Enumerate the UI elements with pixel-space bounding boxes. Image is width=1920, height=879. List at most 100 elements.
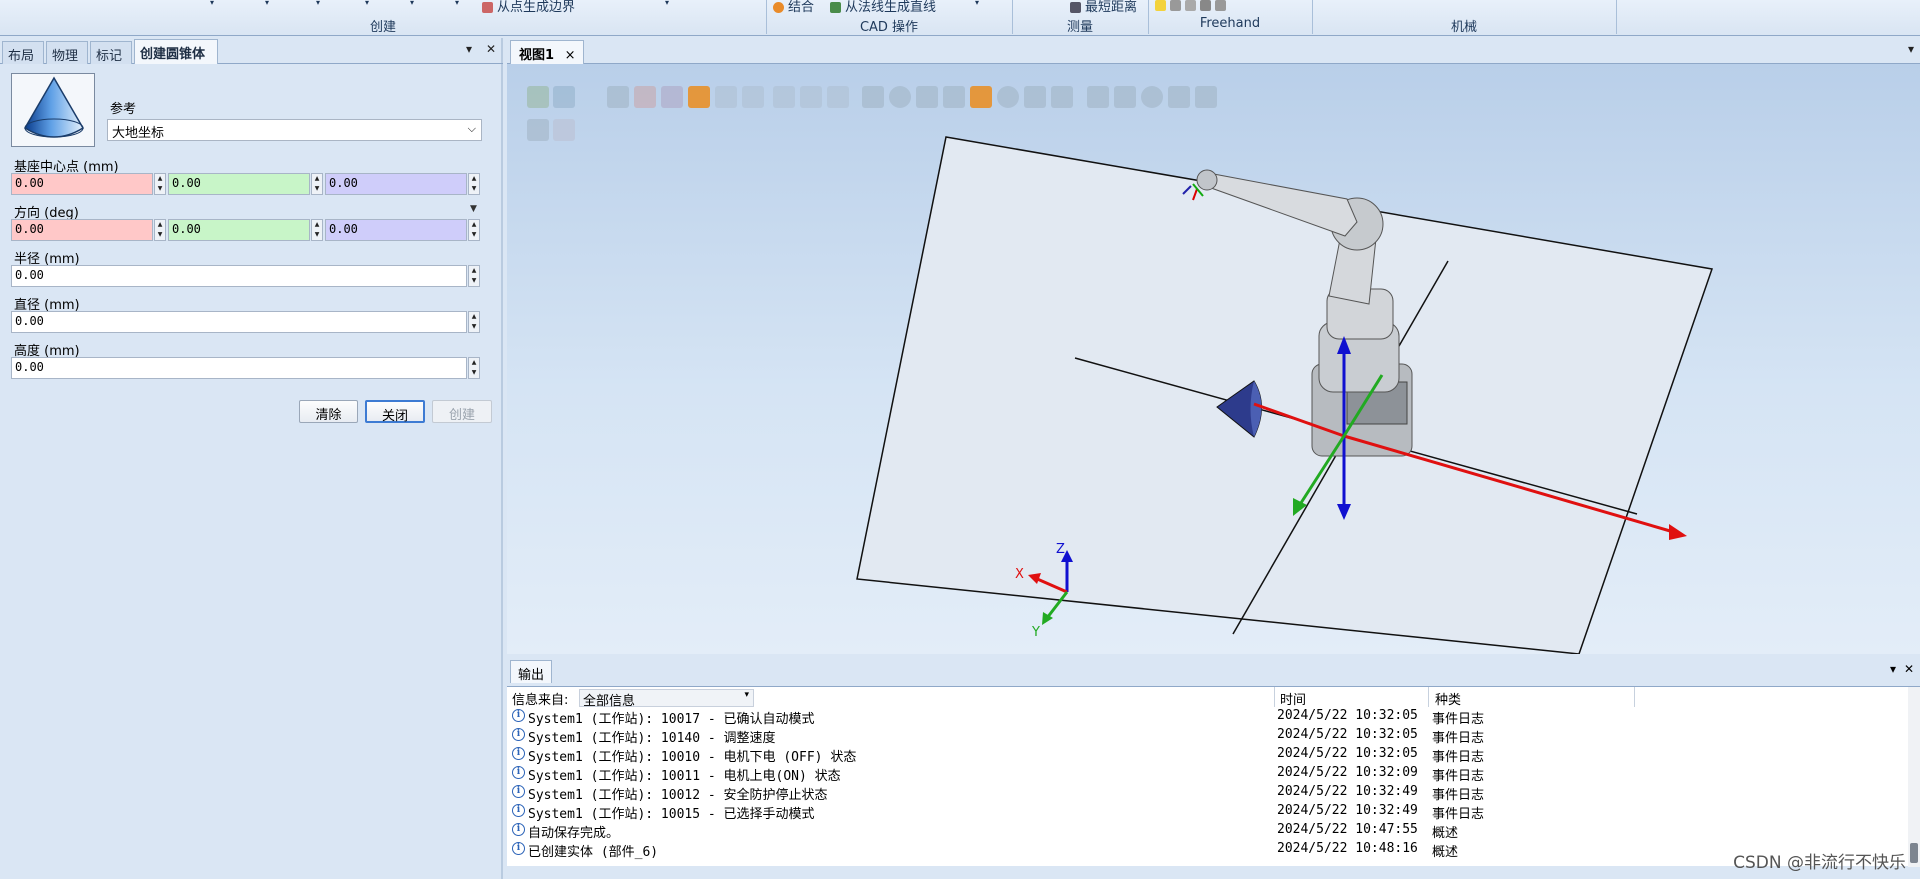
row-message: System1 (工作站): 10140 - 调整速度 xyxy=(528,731,776,746)
tab-output[interactable]: 输出 xyxy=(510,660,553,683)
line-icon xyxy=(830,2,841,13)
table-row[interactable]: i 自动保存完成。 2024/5/22 10:47:55 概述 xyxy=(507,821,1920,841)
clear-button[interactable]: 清除 xyxy=(299,400,358,423)
move-icon xyxy=(1185,0,1196,11)
close-icon[interactable]: × xyxy=(565,48,576,63)
divider xyxy=(1616,0,1617,34)
ribbon-item-label: 从法线生成直线 xyxy=(845,0,937,15)
direction-x-field[interactable]: 0.00 xyxy=(11,219,153,241)
chevron-down-icon: ▾ xyxy=(744,690,749,700)
source-label: 信息来自: xyxy=(512,693,569,708)
row-category: 事件日志 xyxy=(1432,769,1485,784)
table-row[interactable]: i System1 (工作站): 10017 - 已确认自动模式 2024/5/22… xyxy=(507,707,1920,727)
base-center-y-field[interactable]: 0.00 xyxy=(168,173,310,195)
combine-icon xyxy=(773,2,784,13)
row-category: 概述 xyxy=(1432,826,1459,841)
chevron-down-icon[interactable]: ▾ xyxy=(316,0,320,7)
reference-select[interactable]: 大地坐标 ⌵ xyxy=(107,119,482,141)
row-message: System1 (工作站): 10012 - 安全防护停止状态 xyxy=(528,788,828,803)
table-row[interactable]: i System1 (工作站): 10012 - 安全防护停止状态 2024/5/2… xyxy=(507,783,1920,803)
tab-layout[interactable]: 布局 xyxy=(2,41,44,64)
border-icon xyxy=(482,2,493,13)
table-row[interactable]: i System1 (工作站): 10140 - 调整速度 2024/5/22 10… xyxy=(507,726,1920,746)
row-time: 2024/5/22 10:48:16 xyxy=(1277,841,1418,856)
height-field[interactable]: 0.00 xyxy=(11,357,467,379)
close-button[interactable]: 关闭 xyxy=(365,400,425,424)
direction-x-spinner[interactable]: ▲ ▼ xyxy=(154,219,166,241)
ribbon-group-measure: 测量 xyxy=(1066,20,1093,35)
base-center-z-field[interactable]: 0.00 xyxy=(325,173,467,195)
ribbon-shortest-distance[interactable]: 最短距离 xyxy=(1070,0,1137,15)
scene-svg: Z X Y xyxy=(856,136,1713,654)
direction-z-field[interactable]: 0.00 xyxy=(325,219,467,241)
tab-view1-label: 视图1 xyxy=(519,48,555,63)
ribbon-group-freehand: Freehand xyxy=(1199,16,1261,31)
panel-menu-icon[interactable]: ▾ xyxy=(1890,662,1896,676)
tab-tags[interactable]: 标记 xyxy=(90,41,132,64)
row-message: 已创建实体 (部件_6) xyxy=(528,845,659,860)
row-time: 2024/5/22 10:32:09 xyxy=(1277,765,1418,780)
row-message: 自动保存完成。 xyxy=(528,826,620,841)
row-category: 事件日志 xyxy=(1432,712,1485,727)
freehand-icon xyxy=(1155,0,1166,11)
column-header-time[interactable]: 时间 xyxy=(1280,689,1306,708)
info-icon: i xyxy=(512,728,525,741)
table-row[interactable]: i System1 (工作站): 10015 - 已选择手动模式 2024/5/22… xyxy=(507,802,1920,822)
tab-view1[interactable]: 视图1 × xyxy=(510,40,585,64)
panel-menu-icon[interactable]: ▾ xyxy=(1908,42,1914,56)
chevron-down-icon[interactable]: ▾ xyxy=(455,0,459,7)
table-row[interactable]: i System1 (工作站): 10011 - 电机上电(ON) 状态 2024/… xyxy=(507,764,1920,784)
axis-label-y: Y xyxy=(1031,625,1040,640)
scrollbar[interactable] xyxy=(1908,687,1920,867)
create-button[interactable]: 创建 xyxy=(432,400,492,423)
row-time: 2024/5/22 10:32:05 xyxy=(1277,746,1418,761)
base-center-y-spinner[interactable]: ▲ ▼ xyxy=(311,173,323,195)
output-panel: 输出 ▾ ✕ 信息来自: 全部信息 ▾ 时间 种类 i System1 (工作站):… xyxy=(507,658,1920,879)
info-icon: i xyxy=(512,785,525,798)
ribbon-item-label: 结合 xyxy=(788,0,815,15)
table-row[interactable]: i 已创建实体 (部件_6) 2024/5/22 10:48:16 概述 xyxy=(507,840,1920,860)
ribbon-combine[interactable]: 结合 xyxy=(773,0,814,15)
scrollbar-thumb[interactable] xyxy=(1910,843,1918,863)
chevron-down-icon[interactable]: ▾ xyxy=(975,0,979,7)
base-center-z-spinner[interactable]: ▲ ▼ xyxy=(468,173,480,195)
row-message: System1 (工作站): 10015 - 已选择手动模式 xyxy=(528,807,815,822)
freehand-tools[interactable] xyxy=(1155,0,1230,13)
row-message: System1 (工作站): 10017 - 已确认自动模式 xyxy=(528,712,815,727)
tab-physics[interactable]: 物理 xyxy=(46,41,88,64)
panel-menu-icon[interactable]: ▾ xyxy=(466,42,472,56)
row-time: 2024/5/22 10:32:05 xyxy=(1277,727,1418,742)
base-center-x-spinner[interactable]: ▲ ▼ xyxy=(154,173,166,195)
chevron-down-icon[interactable]: ▾ xyxy=(665,0,669,7)
table-row[interactable]: i System1 (工作站): 10010 - 电机下电 (OFF) 状态 202… xyxy=(507,745,1920,765)
tab-create-cone[interactable]: 创建圆锥体 xyxy=(134,39,218,64)
chevron-down-icon[interactable]: ▾ xyxy=(410,0,414,7)
height-spinner[interactable]: ▲ ▼ xyxy=(468,357,480,379)
chevron-down-icon[interactable]: ▾ xyxy=(365,0,369,7)
divider xyxy=(1428,687,1429,707)
chevron-down-icon[interactable]: ▾ xyxy=(210,0,214,7)
info-icon: i xyxy=(512,766,525,779)
column-header-category[interactable]: 种类 xyxy=(1435,689,1461,708)
base-center-x-field[interactable]: 0.00 xyxy=(11,173,153,195)
ribbon-border-from-points[interactable]: 从点生成边界 xyxy=(482,0,575,15)
ribbon-item-label: 从点生成边界 xyxy=(497,0,576,15)
divider xyxy=(1634,687,1635,707)
3d-viewport[interactable]: Z X Y xyxy=(507,64,1920,654)
expand-icon[interactable]: ▼ xyxy=(470,204,477,214)
radius-spinner[interactable]: ▲ ▼ xyxy=(468,265,480,287)
direction-y-spinner[interactable]: ▲ ▼ xyxy=(311,219,323,241)
direction-y-field[interactable]: 0.00 xyxy=(168,219,310,241)
radius-field[interactable]: 0.00 xyxy=(11,265,467,287)
ribbon-line-from-normal[interactable]: 从法线生成直线 xyxy=(830,0,936,15)
create-cone-panel: 布局 物理 标记 创建圆锥体 ▾ ✕ 参考 大地坐标 ⌵ 基座中心点 (mm) 0… xyxy=(0,38,503,879)
info-icon: i xyxy=(512,747,525,760)
close-icon[interactable]: ✕ xyxy=(1904,662,1914,676)
source-select[interactable]: 全部信息 ▾ xyxy=(579,689,754,709)
diameter-spinner[interactable]: ▲ ▼ xyxy=(468,311,480,333)
direction-z-spinner[interactable]: ▲ ▼ xyxy=(468,219,480,241)
chevron-down-icon[interactable]: ▾ xyxy=(265,0,269,7)
diameter-field[interactable]: 0.00 xyxy=(11,311,467,333)
panel-tabs: 布局 物理 标记 创建圆锥体 ▾ ✕ xyxy=(0,38,503,64)
close-icon[interactable]: ✕ xyxy=(486,42,496,56)
